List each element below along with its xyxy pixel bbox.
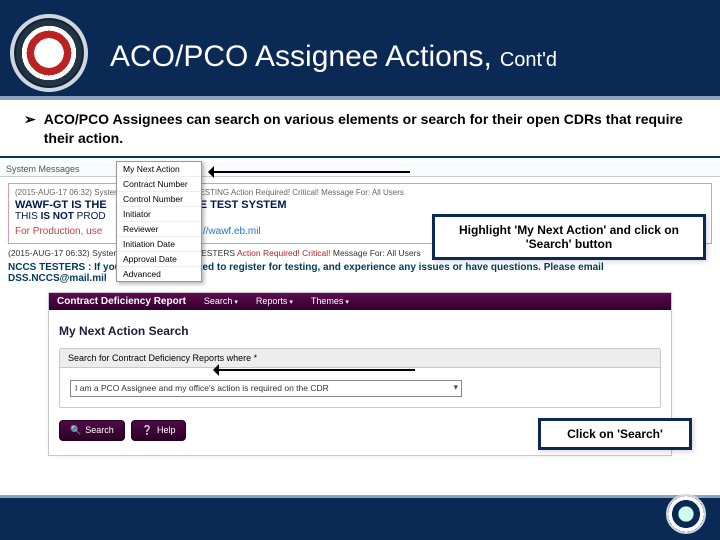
callout-highlight-my-next-action: Highlight 'My Next Action' and click on … — [432, 214, 706, 260]
msg-l1b: E TEST SYSTEM — [200, 199, 287, 211]
dropdown-item[interactable]: Initiation Date — [117, 237, 201, 252]
dropdown-item[interactable]: Approval Date — [117, 252, 201, 267]
callout-click-search: Click on 'Search' — [538, 418, 692, 450]
agency-seal-icon — [10, 14, 88, 92]
title-main: ACO/PCO Assignee Actions, — [110, 40, 492, 74]
msg-row-3: NCCS TESTERS : If you have been directed… — [8, 262, 712, 284]
menu-search[interactable]: Search — [204, 296, 238, 306]
menu-reports[interactable]: Reports — [256, 296, 293, 306]
msg-l1a: WAWF-GT IS THE — [15, 199, 107, 211]
dropdown-item[interactable]: Initiator — [117, 207, 201, 222]
msg-l2c: PROD — [74, 211, 106, 222]
search-type-dropdown[interactable]: My Next Action Contract Number Control N… — [116, 161, 202, 282]
line2-post: Message For: All Users — [331, 248, 421, 258]
arrow-icon — [215, 363, 415, 377]
my-next-action-heading: My Next Action Search — [59, 324, 661, 338]
line3-a: NCCS TESTERS : If you have been directed… — [8, 262, 712, 273]
msg-l2a: THIS — [15, 211, 41, 222]
bullet-arrow-icon: ➢ — [24, 110, 36, 148]
search-panel: Search for Contract Deficiency Reports w… — [59, 348, 661, 408]
dod-seal-icon — [666, 494, 706, 534]
dropdown-item[interactable]: Reviewer — [117, 222, 201, 237]
help-button-label: Help — [157, 425, 176, 435]
msg-l2b: IS NOT — [41, 211, 74, 222]
dropdown-item[interactable]: Contract Number — [117, 177, 201, 192]
line3-b: DSS.NCCS@mail.mil — [8, 273, 712, 284]
arrow-icon — [210, 165, 410, 179]
search-icon: 🔍 — [70, 425, 81, 436]
title-subtitle: Cont'd — [500, 49, 557, 72]
search-button-label: Search — [85, 425, 114, 435]
dropdown-item[interactable]: My Next Action — [117, 162, 201, 177]
msg-l3a: For Production, use — [15, 226, 102, 237]
cdr-app-bar: Contract Deficiency Report Search Report… — [49, 293, 671, 310]
help-icon: ❔ — [142, 425, 153, 436]
page-title: ACO/PCO Assignee Actions, Cont'd — [110, 40, 557, 74]
help-button[interactable]: ❔ Help — [131, 420, 187, 441]
where-select[interactable]: I am a PCO Assignee and my office's acti… — [70, 380, 462, 397]
menu-themes[interactable]: Themes — [311, 296, 349, 306]
bullet-block: ➢ ACO/PCO Assignees can search on variou… — [0, 96, 720, 156]
where-select-value: I am a PCO Assignee and my office's acti… — [71, 381, 461, 395]
dropdown-item[interactable]: Control Number — [117, 192, 201, 207]
bullet-text: ACO/PCO Assignees can search on various … — [44, 110, 702, 148]
search-button[interactable]: 🔍 Search — [59, 420, 125, 441]
cdr-title: Contract Deficiency Report — [57, 296, 186, 307]
dropdown-item[interactable]: Advanced — [117, 267, 201, 281]
slide-footer — [0, 498, 720, 540]
slide-header: ACO/PCO Assignee Actions, Cont'd — [0, 0, 720, 96]
line2-red: Action Required! Critical! — [237, 248, 331, 258]
